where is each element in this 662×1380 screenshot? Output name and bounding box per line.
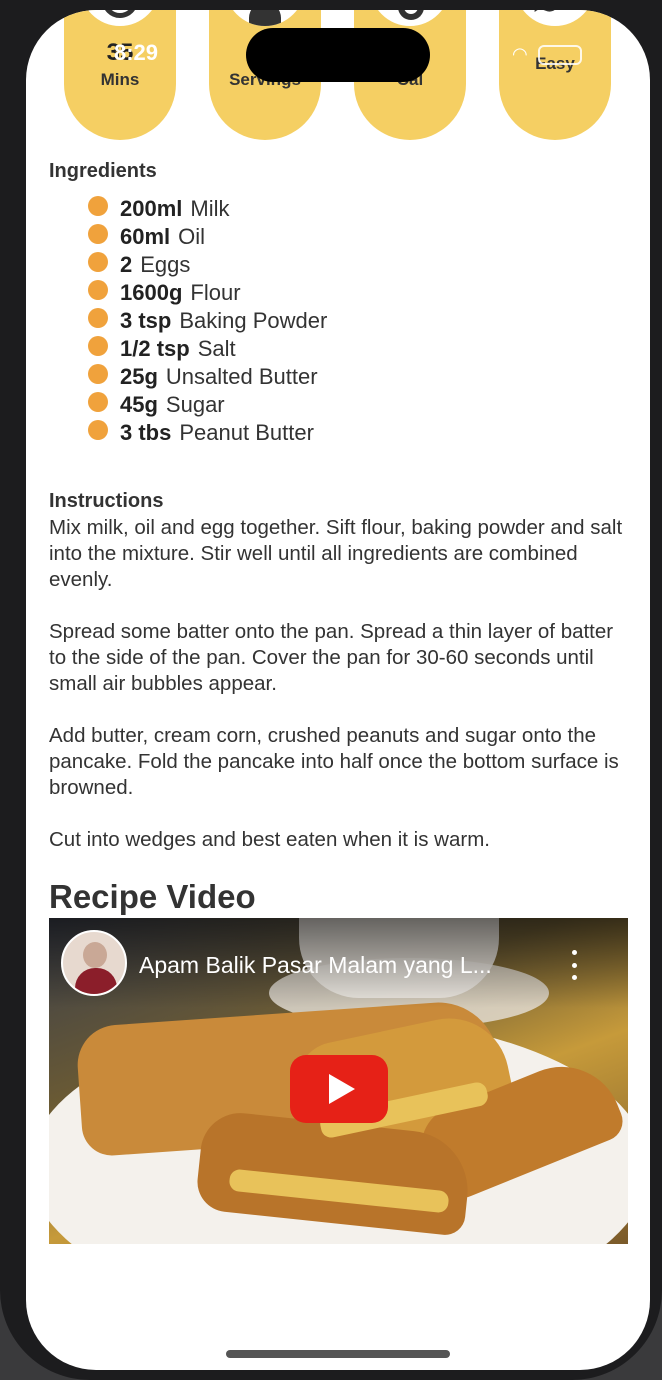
ingredient-name: Salt: [197, 336, 236, 361]
ingredient-item: 3 tsp Baking Powder: [88, 307, 327, 335]
ingredient-name: Peanut Butter: [179, 420, 314, 445]
bullet-icon: [88, 224, 108, 244]
bullet-icon: [88, 196, 108, 216]
ingredient-name: Eggs: [140, 252, 191, 277]
layers-icon: ≋: [515, 10, 595, 26]
wifi-icon: ◠: [512, 44, 528, 64]
ingredient-qty: 60ml: [120, 224, 171, 249]
bullet-icon: [88, 336, 108, 356]
ingredient-item: 2 Eggs: [88, 251, 327, 279]
instruction-step: Cut into wedges and best eaten when it i…: [49, 828, 490, 851]
flame-icon: [370, 10, 450, 26]
instruction-step: Mix milk, oil and egg together. Sift flo…: [49, 516, 623, 591]
ingredient-item: 45g Sugar: [88, 391, 327, 419]
ingredient-name: Oil: [178, 224, 206, 249]
ingredient-name: Baking Powder: [179, 308, 328, 333]
ingredient-qty: 200ml: [120, 196, 183, 221]
ingredient-name: Flour: [190, 280, 241, 305]
bullet-icon: [88, 252, 108, 272]
instruction-step: Add butter, cream corn, crushed peanuts …: [49, 724, 619, 799]
ingredient-name: Unsalted Butter: [165, 364, 318, 389]
ingredient-item: 25g Unsalted Butter: [88, 363, 327, 391]
clock-icon: [80, 10, 160, 26]
bullet-icon: [88, 308, 108, 328]
ingredient-name: Milk: [190, 196, 230, 221]
ingredient-item: 200ml Milk: [88, 195, 327, 223]
ingredient-item: 1/2 tsp Salt: [88, 335, 327, 363]
play-button[interactable]: [290, 1055, 388, 1123]
ingredient-qty: 25g: [120, 364, 158, 389]
ingredient-qty: 3 tsp: [120, 308, 172, 333]
person-icon: [225, 10, 305, 26]
more-options-icon[interactable]: [567, 950, 581, 980]
home-indicator[interactable]: [226, 1350, 450, 1358]
play-icon: [329, 1074, 355, 1104]
status-icons: ◠: [512, 44, 582, 65]
instructions-body: Mix milk, oil and egg together. Sift flo…: [49, 515, 629, 879]
video-title[interactable]: Apam Balik Pasar Malam yang L...: [139, 952, 539, 979]
recipe-video-heading: Recipe Video: [49, 878, 256, 915]
stat-label: Mins: [100, 70, 140, 89]
bullet-icon: [88, 420, 108, 440]
bullet-icon: [88, 280, 108, 300]
ingredient-qty: 3 tbs: [120, 420, 172, 445]
ingredient-name: Sugar: [165, 392, 225, 417]
ingredient-item: 60ml Oil: [88, 223, 327, 251]
battery-icon: [537, 44, 582, 65]
ingredient-qty: 45g: [120, 392, 158, 417]
ingredient-qty: 2: [120, 252, 133, 277]
instructions-heading: Instructions: [49, 490, 164, 512]
phone-frame: 8:29 ◠ 35 Mins 03 Servings 103 Cal ≋: [0, 0, 662, 1380]
bullet-icon: [88, 364, 108, 384]
channel-avatar[interactable]: [61, 930, 127, 996]
screen: 8:29 ◠ 35 Mins 03 Servings 103 Cal ≋: [26, 10, 650, 1370]
video-player[interactable]: Apam Balik Pasar Malam yang L...: [49, 918, 628, 1244]
ingredient-item: 1600g Flour: [88, 279, 327, 307]
ingredient-qty: 1/2 tsp: [120, 336, 190, 361]
ingredients-heading: Ingredients: [49, 160, 157, 182]
dynamic-island: [246, 28, 430, 82]
instruction-step: Spread some batter onto the pan. Spread …: [49, 620, 614, 695]
ingredients-list: 200ml Milk 60ml Oil 2 Eggs 1600g Flour 3 tsp…: [88, 195, 327, 447]
stat-time: 35 Mins: [64, 10, 176, 140]
status-time: 8:29: [114, 40, 159, 65]
ingredient-qty: 1600g: [120, 280, 183, 305]
stat-difficulty: ≋ Easy: [499, 10, 611, 140]
ingredient-item: 3 tbs Peanut Butter: [88, 419, 327, 447]
bullet-icon: [88, 392, 108, 412]
